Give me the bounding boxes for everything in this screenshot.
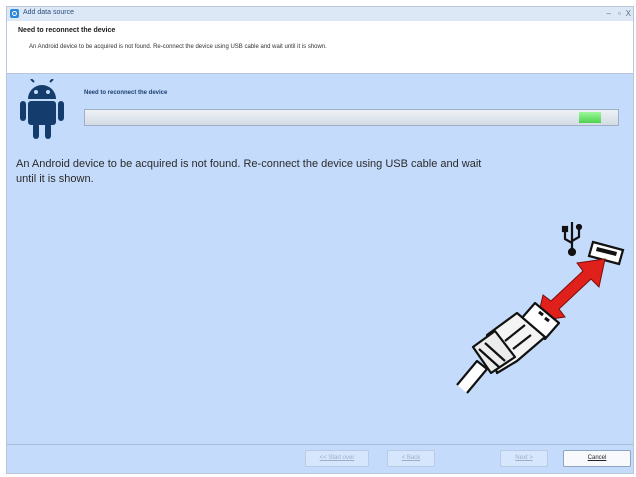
add-data-source-window: Add data source – ▫ X Need to reconnect … — [6, 6, 634, 474]
progress-indicator — [579, 112, 601, 123]
close-button[interactable]: X — [626, 8, 631, 19]
minimize-button[interactable]: – — [607, 8, 611, 19]
status-label: Need to reconnect the device — [84, 90, 168, 96]
app-icon — [10, 9, 19, 18]
wizard-header: Need to reconnect the device An Android … — [7, 21, 633, 74]
wizard-footer: << Start over < Back Next > Cancel — [7, 444, 633, 473]
usb-plug-icon — [456, 301, 561, 394]
start-over-button[interactable]: << Start over — [305, 450, 369, 467]
back-button[interactable]: < Back — [387, 450, 435, 467]
usb-symbol-icon — [561, 222, 583, 257]
header-title: Need to reconnect the device — [18, 27, 116, 34]
connect-arrow-icon — [536, 258, 606, 322]
android-icon — [20, 79, 64, 139]
window-title: Add data source — [23, 9, 74, 16]
maximize-button[interactable]: ▫ — [618, 8, 621, 19]
cancel-button[interactable]: Cancel — [563, 450, 631, 467]
title-bar[interactable]: Add data source – ▫ X — [7, 7, 633, 22]
next-button[interactable]: Next > — [500, 450, 548, 467]
header-description: An Android device to be acquired is not … — [29, 44, 327, 50]
instruction-message: An Android device to be acquired is not … — [16, 158, 482, 185]
usb-connection-illustration — [456, 222, 625, 394]
progress-bar — [84, 109, 619, 126]
